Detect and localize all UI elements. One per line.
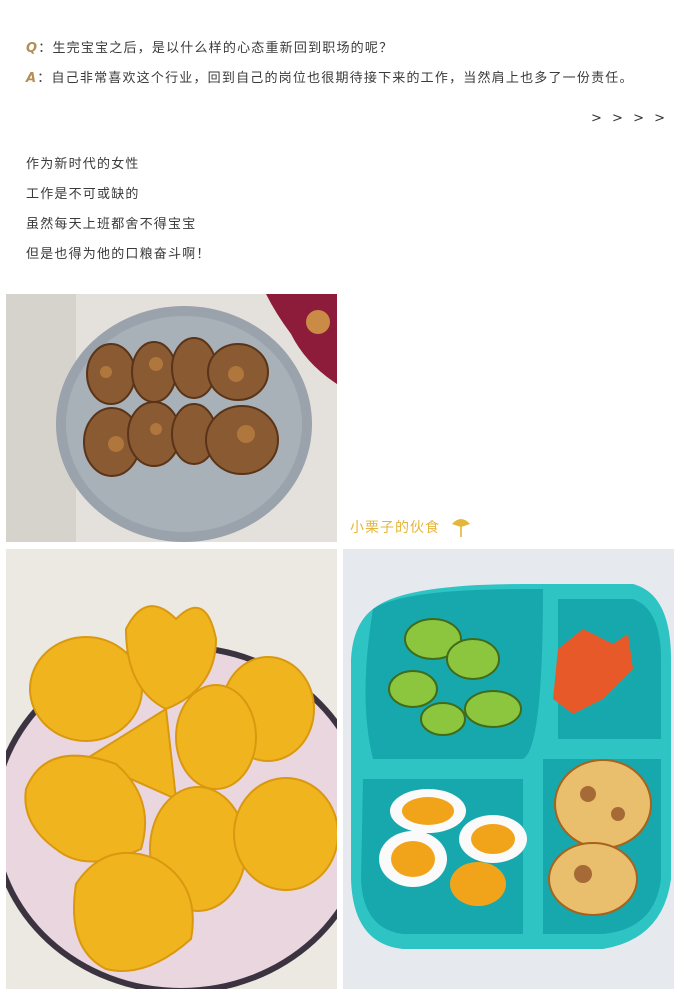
photo-patties — [6, 294, 337, 542]
q-mark: Q — [26, 41, 39, 56]
steamed-buns-image — [6, 549, 337, 989]
ginkgo-leaf-icon — [452, 519, 470, 537]
body-line: 虽然每天上班都舍不得宝宝 — [26, 217, 197, 232]
body-line: 但是也得为他的口粮奋斗啊！ — [26, 247, 211, 262]
photo-buns — [6, 549, 337, 989]
a-mark: A — [26, 71, 38, 86]
photo-tray — [343, 549, 674, 989]
caption-text: 小栗子的伙食 — [350, 520, 440, 536]
divided-tray-image — [343, 549, 674, 989]
answer: A：自己非常喜欢这个行业，回到自己的岗位也很期待接下来的工作，当然肩上也多了一份… — [26, 68, 674, 89]
question: Q：生完宝宝之后，是以什么样的心态重新回到职场的呢？ — [26, 38, 674, 59]
body-line: 作为新时代的女性 — [26, 157, 140, 172]
answer-text: ：自己非常喜欢这个行业，回到自己的岗位也很期待接下来的工作，当然肩上也多了一份责… — [37, 71, 634, 86]
body-line: 工作是不可或缺的 — [26, 187, 140, 202]
caption: 小栗子的伙食 — [350, 516, 472, 538]
patties-plate-image — [6, 294, 337, 542]
more-arrows: > > > > — [591, 111, 668, 126]
question-text: ：生完宝宝之后，是以什么样的心态重新回到职场的呢？ — [38, 41, 394, 56]
